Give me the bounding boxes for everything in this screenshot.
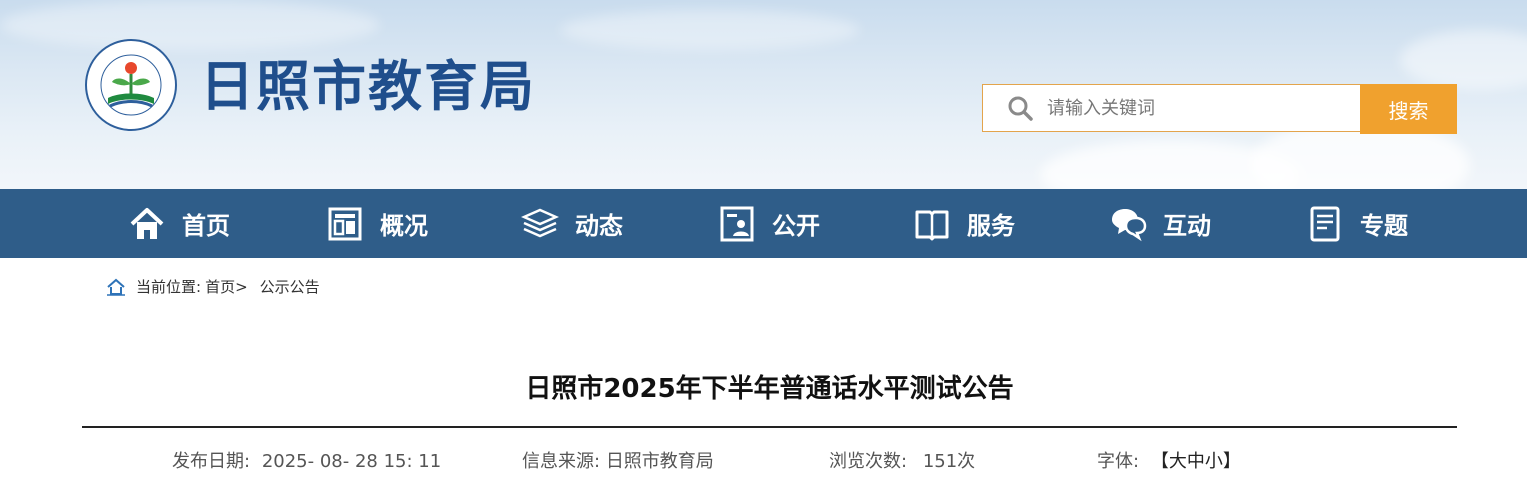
font-size-control: 字体: 【大中小】 xyxy=(1097,450,1241,474)
nav-label: 服务 xyxy=(967,212,1015,240)
nav-item-home[interactable]: 首页 xyxy=(128,189,230,258)
search-icon xyxy=(1008,96,1033,121)
nav-label: 概况 xyxy=(380,212,428,240)
home-icon xyxy=(130,207,164,239)
font-large-link[interactable]: 大 xyxy=(1169,451,1187,472)
nav-item-service[interactable]: 服务 xyxy=(913,189,1015,258)
document-icon xyxy=(1310,206,1340,241)
search-field[interactable] xyxy=(982,84,1360,132)
breadcrumb: 当前位置: 首页 > 公示公告 xyxy=(106,276,320,297)
book-icon xyxy=(915,210,949,240)
font-bracket-close: 】 xyxy=(1222,451,1241,472)
info-source-label: 信息来源: xyxy=(522,451,601,472)
news-stack-icon xyxy=(521,208,559,237)
breadcrumb-separator: > xyxy=(235,277,248,296)
info-source: 信息来源: 日照市教育局 xyxy=(522,450,714,474)
nav-item-disclosure[interactable]: 公开 xyxy=(718,189,820,258)
nav-label: 专题 xyxy=(1360,212,1408,240)
education-emblem-icon xyxy=(85,39,177,131)
font-small-link[interactable]: 小 xyxy=(1205,451,1223,472)
main-nav: 首页 概况 动态 公开 服务 互动 专题 xyxy=(0,189,1527,258)
info-source-value: 日照市教育局 xyxy=(605,451,714,472)
view-count: 浏览次数: 151次 xyxy=(829,450,975,474)
overview-icon xyxy=(328,207,362,240)
breadcrumb-current-link[interactable]: 公示公告 xyxy=(260,276,320,297)
search-button[interactable]: 搜索 xyxy=(1360,84,1457,134)
disclosure-icon xyxy=(720,206,754,241)
font-medium-link[interactable]: 中 xyxy=(1187,451,1205,472)
font-size-label: 字体: xyxy=(1097,451,1140,472)
nav-label: 首页 xyxy=(182,212,230,240)
view-count-value: 151次 xyxy=(922,451,976,472)
nav-label: 动态 xyxy=(575,212,623,240)
chat-bubbles-icon xyxy=(1112,208,1147,241)
view-count-label: 浏览次数: xyxy=(829,451,908,472)
publish-date-value: 2025- 08- 28 15: 11 xyxy=(261,451,442,472)
nav-item-interaction[interactable]: 互动 xyxy=(1109,189,1211,258)
breadcrumb-home-link[interactable]: 首页 xyxy=(205,276,235,297)
site-title[interactable]: 日照市教育局 xyxy=(200,52,536,122)
site-logo[interactable] xyxy=(84,38,178,132)
home-small-icon xyxy=(107,278,125,296)
nav-item-topics[interactable]: 专题 xyxy=(1306,189,1408,258)
publish-date-label: 发布日期: xyxy=(172,451,251,472)
search-input[interactable] xyxy=(1045,96,1329,120)
article-title: 日照市2025年下半年普通话水平测试公告 xyxy=(525,374,1014,404)
title-divider xyxy=(82,426,1457,428)
nav-item-news[interactable]: 动态 xyxy=(521,189,623,258)
nav-label: 公开 xyxy=(772,212,820,240)
nav-label: 互动 xyxy=(1163,212,1211,240)
nav-item-overview[interactable]: 概况 xyxy=(326,189,428,258)
breadcrumb-prefix: 当前位置: xyxy=(136,278,202,296)
site-header: 日照市教育局 搜索 xyxy=(0,0,1527,189)
publish-date: 发布日期: 2025- 08- 28 15: 11 xyxy=(172,450,441,474)
font-bracket-open: 【 xyxy=(1150,451,1169,472)
